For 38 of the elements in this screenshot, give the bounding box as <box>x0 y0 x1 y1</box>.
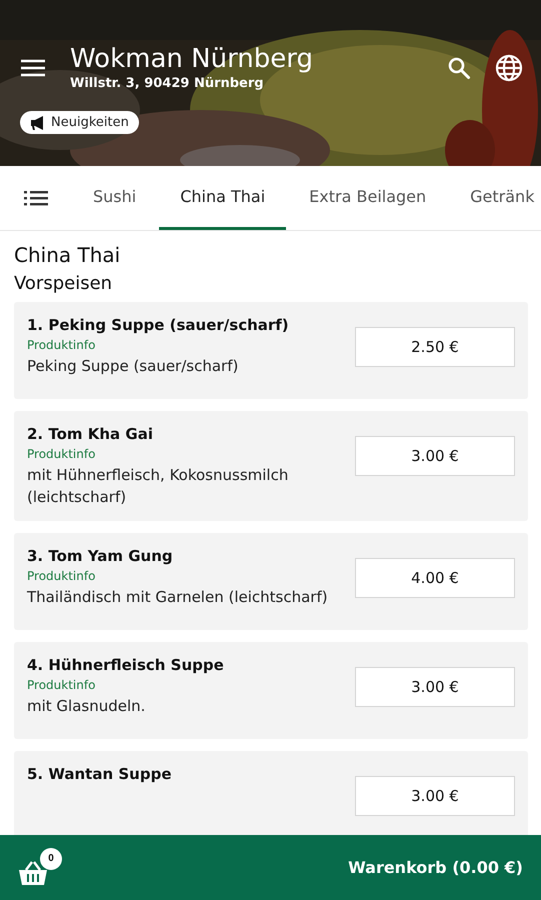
restaurant-name: Wokman Nürnberg <box>70 44 314 74</box>
product-name: 4. Hühnerfleisch Suppe <box>27 656 225 674</box>
menu-icon <box>20 58 46 78</box>
price-button[interactable]: 3.00 € <box>355 667 515 707</box>
product-description: mit Glasnudeln. <box>27 696 146 717</box>
product-name: 2. Tom Kha Gai <box>27 425 154 443</box>
category-tab[interactable]: Sushi <box>72 166 158 230</box>
product-name: 5. Wantan Suppe <box>27 765 172 783</box>
list-icon <box>24 190 48 206</box>
search-icon <box>447 56 471 80</box>
search-button[interactable] <box>447 56 471 80</box>
product-info-link[interactable]: Produktinfo <box>27 678 343 692</box>
product-description: mit Hühnerfleisch, Kokosnussmilch (leichtscharf) <box>27 465 290 508</box>
basket-icon <box>18 860 48 886</box>
category-title: China Thai <box>14 243 122 267</box>
cart-total-button[interactable]: Warenkorb (0.00 €) <box>348 858 523 877</box>
section-title: Vorspeisen <box>14 273 114 294</box>
price-button[interactable]: 2.50 € <box>355 327 515 367</box>
menu-button[interactable] <box>20 58 46 78</box>
product-description: Thailändisch mit Garnelen (leichtscharf) <box>27 587 329 608</box>
category-tab[interactable]: Getränk <box>449 166 541 230</box>
megaphone-icon <box>30 116 46 130</box>
globe-icon <box>495 54 523 82</box>
product-description: Peking Suppe (sauer/scharf) <box>27 356 240 377</box>
price-button[interactable]: 3.00 € <box>355 436 515 476</box>
price-button[interactable]: 3.00 € <box>355 776 515 816</box>
category-tab[interactable]: Extra Beilagen <box>288 166 448 230</box>
cart-count-badge: 0 <box>40 848 62 870</box>
product-name: 1. Peking Suppe (sauer/scharf) <box>27 316 290 334</box>
language-button[interactable] <box>495 54 523 82</box>
category-tab[interactable]: China Thai <box>159 166 286 230</box>
product-info-link[interactable]: Produktinfo <box>27 338 343 352</box>
news-button[interactable]: Neuigkeiten <box>20 111 139 134</box>
price-button[interactable]: 4.00 € <box>355 558 515 598</box>
product-name: 3. Tom Yam Gung <box>27 547 174 565</box>
product-info-link[interactable]: Produktinfo <box>27 447 343 461</box>
restaurant-address: Willstr. 3, 90429 Nürnberg <box>70 76 265 91</box>
product-info-link[interactable]: Produktinfo <box>27 569 343 583</box>
